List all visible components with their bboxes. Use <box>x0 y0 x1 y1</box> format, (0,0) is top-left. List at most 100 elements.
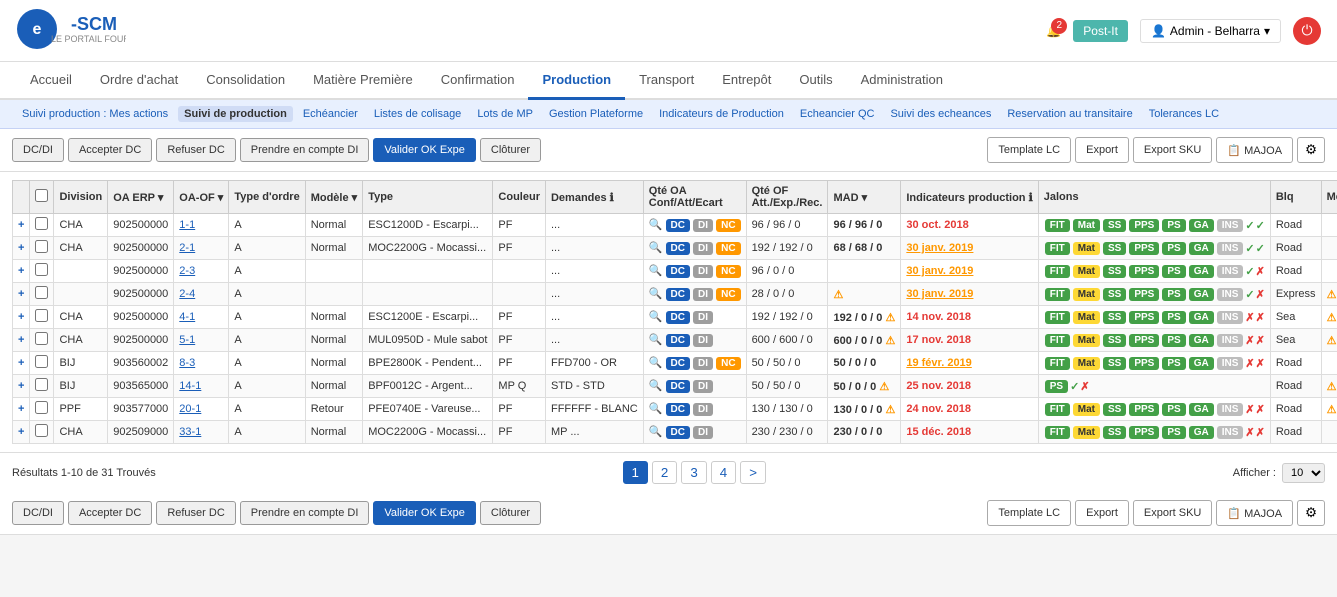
export-sku-button[interactable]: Export SKU <box>1133 137 1212 163</box>
postit-button[interactable]: Post-It <box>1073 20 1128 42</box>
row-checkbox[interactable] <box>35 286 48 299</box>
col-oa-of[interactable]: OA-OF ▾ <box>174 181 229 214</box>
nav-item-matiere-premiere[interactable]: Matière Première <box>299 62 427 100</box>
di-badge[interactable]: DI <box>693 403 713 416</box>
prendre-en-compte-button-bottom[interactable]: Prendre en compte DI <box>240 501 370 525</box>
expand-cell[interactable]: + <box>13 329 30 352</box>
search-icon[interactable]: 🔍 <box>649 426 663 438</box>
export-button[interactable]: Export <box>1075 137 1129 163</box>
expand-cell[interactable]: + <box>13 260 30 283</box>
cloturer-button[interactable]: Clôturer <box>480 138 541 162</box>
subnav-lots-mp[interactable]: Lots de MP <box>471 106 539 122</box>
di-badge[interactable]: DI <box>693 219 713 232</box>
expand-icon[interactable]: + <box>18 380 24 392</box>
search-icon[interactable]: 🔍 <box>649 334 663 346</box>
page-next-button[interactable]: > <box>740 461 766 484</box>
settings-button-bottom[interactable]: ⚙ <box>1297 500 1325 526</box>
nav-item-consolidation[interactable]: Consolidation <box>192 62 299 100</box>
page-2-button[interactable]: 2 <box>652 461 677 484</box>
expand-icon[interactable]: + <box>18 219 24 231</box>
search-icon[interactable]: 🔍 <box>649 242 663 254</box>
row-checkbox[interactable] <box>35 332 48 345</box>
di-badge[interactable]: DI <box>693 380 713 393</box>
prendre-en-compte-button[interactable]: Prendre en compte DI <box>240 138 370 162</box>
row-checkbox[interactable] <box>35 240 48 253</box>
dc-badge[interactable]: DC <box>666 380 690 393</box>
row-checkbox-cell[interactable] <box>30 329 54 352</box>
expand-icon[interactable]: + <box>18 357 24 369</box>
row-checkbox-cell[interactable] <box>30 237 54 260</box>
di-badge[interactable]: DI <box>693 426 713 439</box>
majoa-button[interactable]: 📋 MAJOA <box>1216 137 1293 163</box>
dc-badge[interactable]: DC <box>666 334 690 347</box>
subnav-gestion-plateforme[interactable]: Gestion Plateforme <box>543 106 649 122</box>
expand-cell[interactable]: + <box>13 283 30 306</box>
page-3-button[interactable]: 3 <box>681 461 706 484</box>
row-checkbox[interactable] <box>35 355 48 368</box>
row-checkbox[interactable] <box>35 378 48 391</box>
di-badge[interactable]: DI <box>693 357 713 370</box>
oa-of-link[interactable]: 2-1 <box>179 242 195 254</box>
power-button[interactable]: ⏻ <box>1293 17 1321 45</box>
cloturer-button-bottom[interactable]: Clôturer <box>480 501 541 525</box>
dc-badge[interactable]: DC <box>666 311 690 324</box>
template-lc-button[interactable]: Template LC <box>987 137 1071 163</box>
di-badge[interactable]: DI <box>693 242 713 255</box>
oa-of-link[interactable]: 14-1 <box>179 380 201 392</box>
oa-of-cell[interactable]: 2-3 <box>174 260 229 283</box>
row-checkbox-cell[interactable] <box>30 375 54 398</box>
valider-ok-expe-button[interactable]: Valider OK Expe <box>373 138 476 162</box>
subnav-suivi-production[interactable]: Suivi de production <box>178 106 293 122</box>
search-icon[interactable]: 🔍 <box>649 265 663 277</box>
expand-icon[interactable]: + <box>18 426 24 438</box>
row-checkbox-cell[interactable] <box>30 260 54 283</box>
dc-badge[interactable]: DC <box>666 219 690 232</box>
select-all-checkbox[interactable] <box>35 189 48 202</box>
nc-badge[interactable]: NC <box>716 357 740 370</box>
search-icon[interactable]: 🔍 <box>649 357 663 369</box>
page-1-button[interactable]: 1 <box>623 461 648 484</box>
dc-badge[interactable]: DC <box>666 265 690 278</box>
expand-icon[interactable]: + <box>18 242 24 254</box>
oa-of-cell[interactable]: 8-3 <box>174 352 229 375</box>
oa-of-cell[interactable]: 5-1 <box>174 329 229 352</box>
nc-badge[interactable]: NC <box>716 219 740 232</box>
row-checkbox[interactable] <box>35 217 48 230</box>
col-modele[interactable]: Modèle ▾ <box>305 181 362 214</box>
subnav-echeancier-qc[interactable]: Echeancier QC <box>794 106 881 122</box>
accepter-dc-button[interactable]: Accepter DC <box>68 138 152 162</box>
refuser-dc-button-bottom[interactable]: Refuser DC <box>156 501 235 525</box>
di-badge[interactable]: DI <box>693 265 713 278</box>
expand-icon[interactable]: + <box>18 403 24 415</box>
dc-badge[interactable]: DC <box>666 403 690 416</box>
subnav-listes-colisage[interactable]: Listes de colisage <box>368 106 467 122</box>
expand-cell[interactable]: + <box>13 352 30 375</box>
expand-icon[interactable]: + <box>18 288 24 300</box>
row-checkbox-cell[interactable] <box>30 306 54 329</box>
nav-item-ordre-achat[interactable]: Ordre d'achat <box>86 62 192 100</box>
di-badge[interactable]: DI <box>693 288 713 301</box>
nav-item-production[interactable]: Production <box>528 62 625 100</box>
expand-cell[interactable]: + <box>13 398 30 421</box>
template-lc-button-bottom[interactable]: Template LC <box>987 500 1071 526</box>
col-type-ordre[interactable]: Type d'ordre <box>229 181 305 214</box>
dc-di-button-bottom[interactable]: DC/DI <box>12 501 64 525</box>
expand-icon[interactable]: + <box>18 334 24 346</box>
row-checkbox-cell[interactable] <box>30 283 54 306</box>
expand-cell[interactable]: + <box>13 375 30 398</box>
subnav-suivi-echeances[interactable]: Suivi des echeances <box>884 106 997 122</box>
valider-ok-expe-button-bottom[interactable]: Valider OK Expe <box>373 501 476 525</box>
oa-of-cell[interactable]: 1-1 <box>174 214 229 237</box>
row-checkbox[interactable] <box>35 424 48 437</box>
subnav-tolerances-lc[interactable]: Tolerances LC <box>1143 106 1225 122</box>
oa-of-link[interactable]: 2-3 <box>179 265 195 277</box>
page-4-button[interactable]: 4 <box>711 461 736 484</box>
expand-cell[interactable]: + <box>13 214 30 237</box>
subnav-reservation-transitaire[interactable]: Reservation au transitaire <box>1001 106 1138 122</box>
search-icon[interactable]: 🔍 <box>649 311 663 323</box>
subnav-mes-actions[interactable]: Suivi production : Mes actions <box>16 106 174 122</box>
col-mad[interactable]: MAD ▾ <box>828 181 901 214</box>
expand-cell[interactable]: + <box>13 237 30 260</box>
search-icon[interactable]: 🔍 <box>649 403 663 415</box>
dc-badge[interactable]: DC <box>666 426 690 439</box>
